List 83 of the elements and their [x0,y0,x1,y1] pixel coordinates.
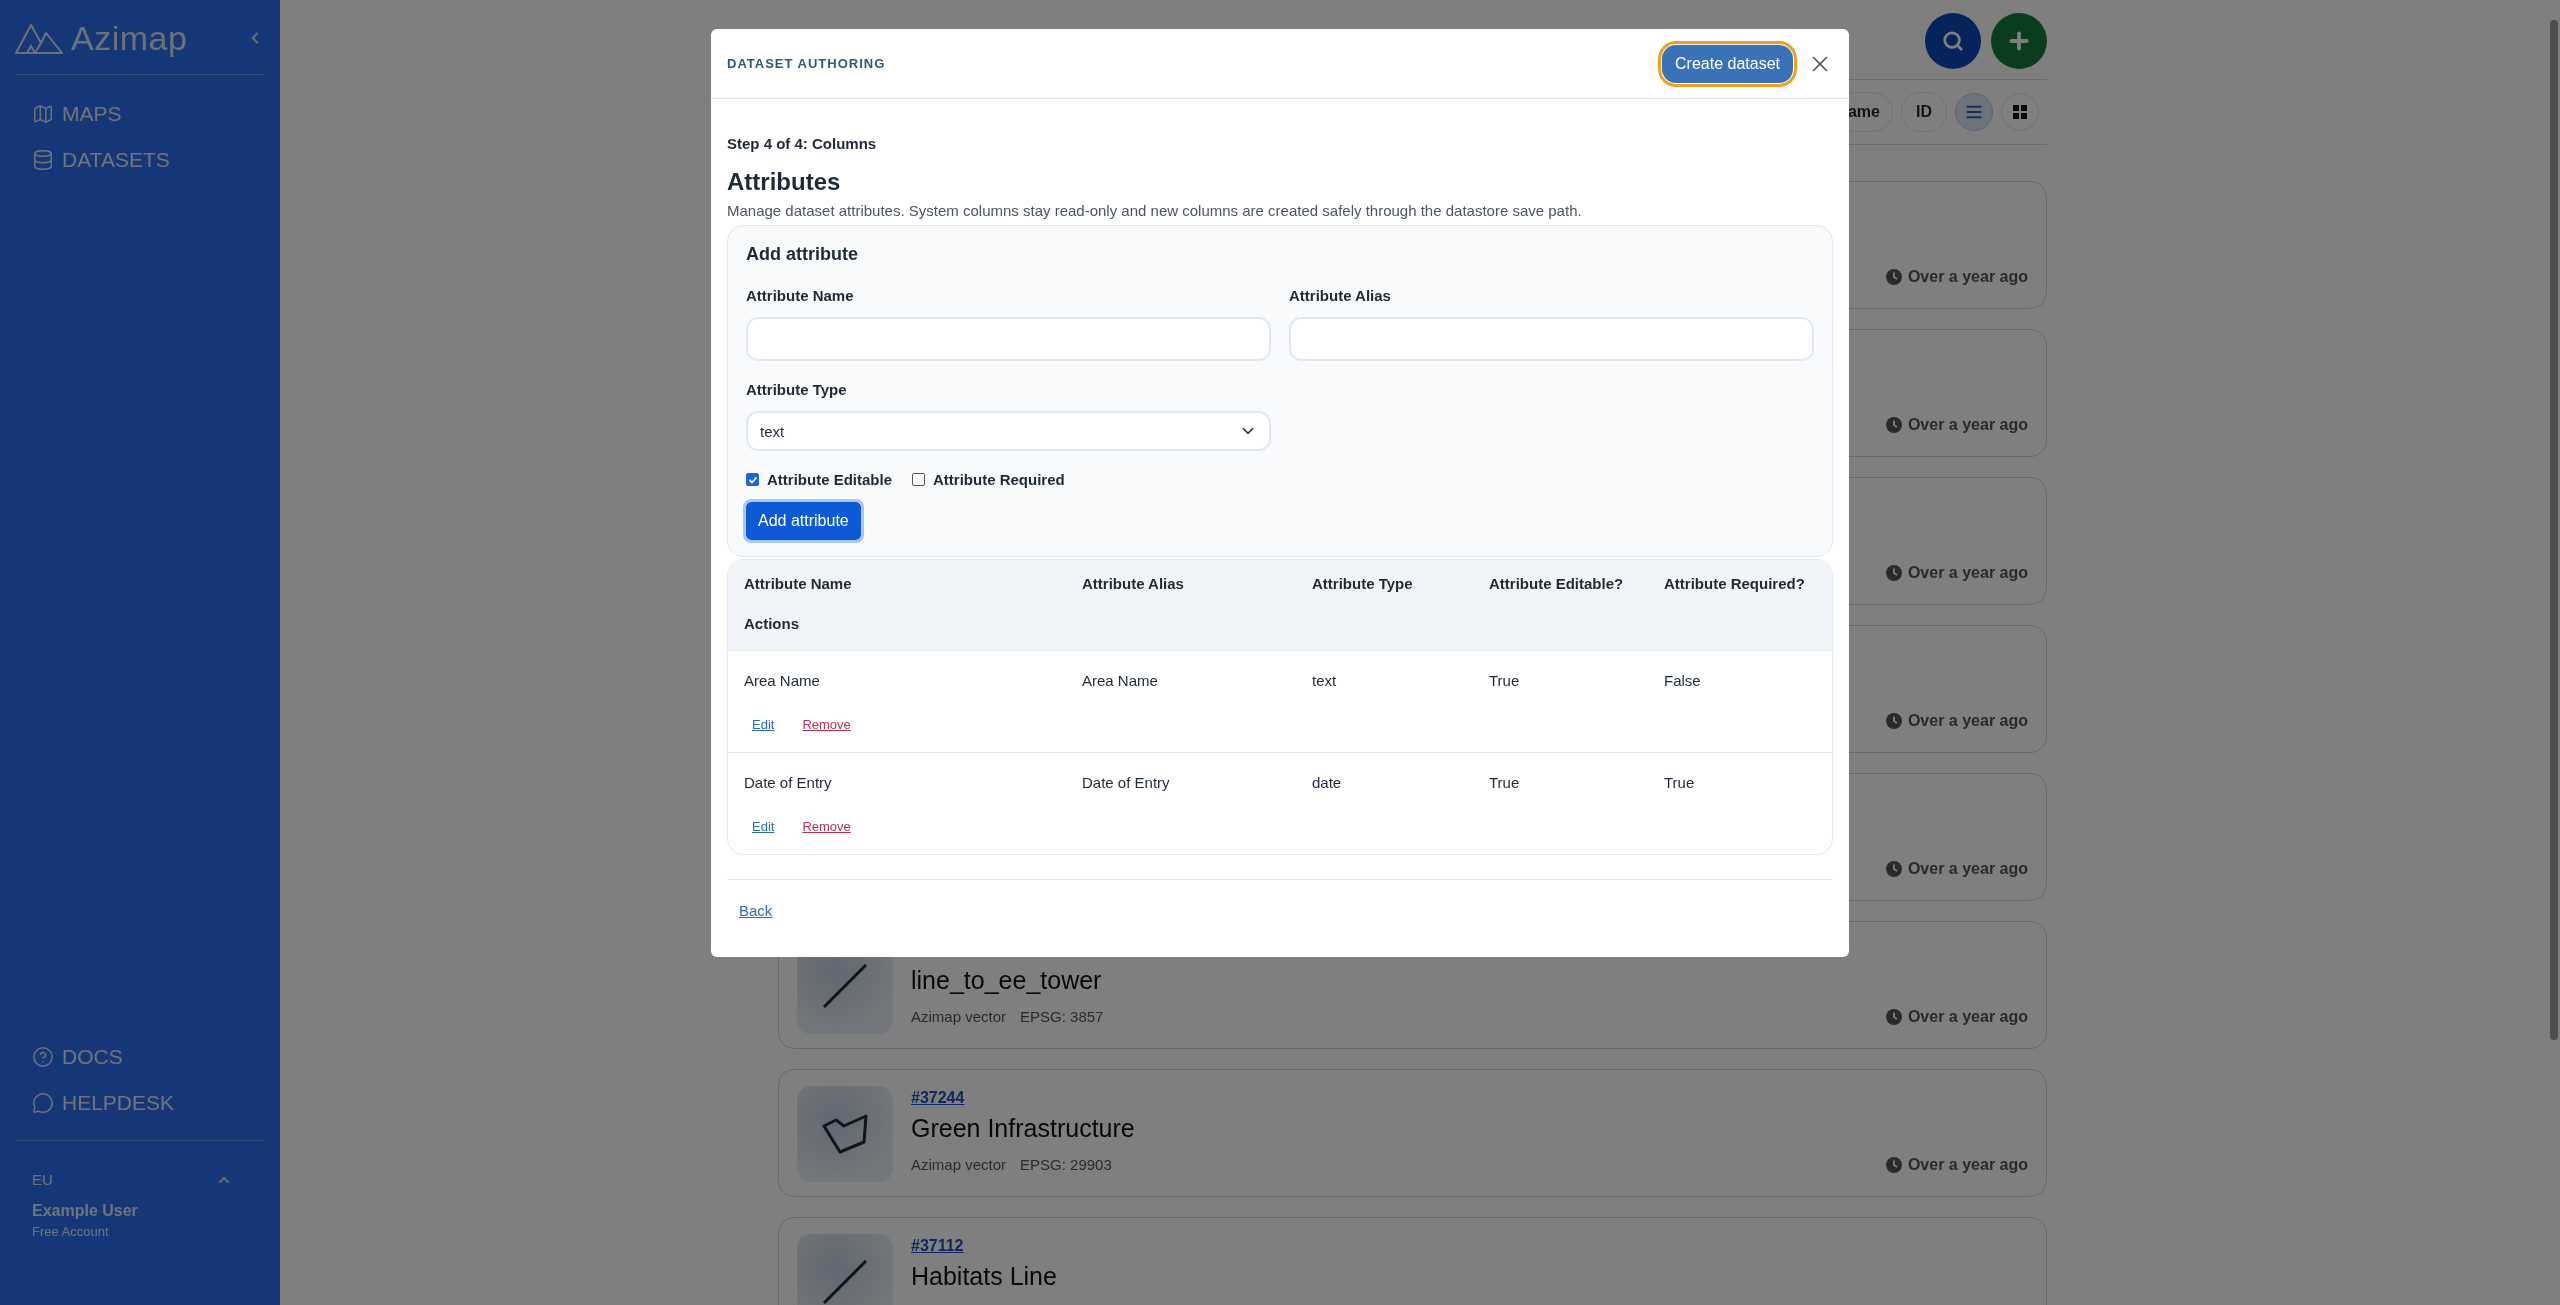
list-icon [1965,103,1983,121]
updated-time: Over a year ago [1907,712,2028,730]
section-description: Manage dataset attributes. System columns stay read-only and new columns are created safely through the datastore save path. [727,202,1583,219]
form-title: Add attribute [746,244,859,265]
table-cell-text: True [1489,773,1521,793]
account-plan: Free Account [31,1223,110,1241]
search-icon [1942,30,1964,52]
remove-link[interactable]: Remove [802,819,851,834]
edit-link[interactable]: Edit [752,717,775,732]
logo-icon [15,22,63,54]
polygon-icon [822,1114,868,1154]
dataset-card[interactable]: #37244 Green Infrastructure Azimap vector EPSG: 29903 Over a year ago [778,1069,2047,1197]
column-header: Attribute Name [744,574,853,594]
table-cell-text: text [1312,671,1338,691]
clock-icon [1885,1157,1902,1173]
dataset-meta: EPSG: 29903 [1020,1156,1112,1173]
dataset-title: Habitats Line [911,1261,1057,1292]
updated-time: Over a year ago [1907,268,2028,286]
column-header: Attribute Type [1312,574,1414,594]
dataset-title: line_to_ee_tower [911,965,1102,996]
dataset-id-link[interactable]: #37112 [911,1236,964,1256]
line-icon [823,964,867,1008]
clock-icon [1885,269,1902,285]
table-cell-text: False [1664,671,1702,691]
remove-link[interactable]: Remove [802,717,851,732]
edit-link[interactable]: Edit [752,819,775,834]
dataset-id-link[interactable]: #37244 [911,1088,965,1108]
sort-chip[interactable]: ID [1901,92,1947,132]
column-header: Attribute Required? [1664,574,1806,594]
table-cell-text: Date of Entry [744,773,833,793]
column-header: Attribute Alias [1082,574,1185,594]
map-icon [32,103,54,125]
checkbox-label: Attribute Editable [767,471,892,488]
search-button[interactable] [1925,13,1981,69]
field-label: Attribute Type [746,381,848,398]
table-cell-text: True [1664,773,1696,793]
grid-view-button[interactable] [2001,93,2039,131]
input-field[interactable] [746,317,1271,361]
user-name: Example User [31,1201,139,1220]
database-icon [32,149,54,171]
dataset-meta: Azimap vector [911,1008,1007,1025]
table-cell-text: Area Name [1082,671,1159,691]
input-field[interactable] [1289,317,1814,361]
dataset-card[interactable]: #37112 Habitats Line [778,1217,2047,1305]
checkbox[interactable] [912,473,925,486]
region-label: EU [32,1171,53,1188]
updated-time: Over a year ago [1907,416,2028,434]
updated-time: Over a year ago [1907,564,2028,582]
brand-name: Azimap [71,18,189,58]
updated-time: Over a year ago [1907,1008,2028,1026]
column-header: Attribute Editable? [1489,574,1625,594]
clock-icon [1885,713,1902,729]
table-cell-text: True [1489,671,1521,691]
add-button[interactable] [1991,13,2047,69]
dataset-title: Green Infrastructure [911,1113,1135,1144]
type-select[interactable]: text [746,411,1271,451]
checkbox-label: Attribute Required [933,471,1065,488]
help-icon [32,1046,54,1068]
dataset-meta: EPSG: 3857 [1020,1008,1104,1025]
field-label: Attribute Alias [1289,287,1392,304]
clock-icon [1885,417,1902,433]
clock-icon [1885,565,1902,581]
table-cell-text: Area Name [744,671,821,691]
clock-icon [1885,861,1902,877]
updated-time: Over a year ago [1907,1156,2028,1174]
column-header: Actions [744,614,800,634]
chat-bubble-icon [32,1092,54,1114]
table-cell-text: date [1312,773,1343,793]
dialog-title: DATASET AUTHORING [727,56,886,71]
dataset-meta: Azimap vector [911,1156,1007,1173]
grid-icon [2013,105,2027,119]
clock-icon [1885,1009,1902,1025]
updated-time: Over a year ago [1907,860,2028,878]
step-label: Step 4 of 4: Columns [727,135,878,152]
list-view-button[interactable] [1955,93,1993,131]
section-heading: Attributes [727,168,842,196]
field-label: Attribute Name [746,287,855,304]
line-icon [823,1260,867,1304]
checkbox[interactable] [746,473,759,486]
table-cell-text: Date of Entry [1082,773,1171,793]
scrollbar[interactable] [2550,20,2558,1040]
add-attribute-button[interactable]: Add attribute [746,502,861,540]
back-link[interactable]: Back [739,902,773,919]
